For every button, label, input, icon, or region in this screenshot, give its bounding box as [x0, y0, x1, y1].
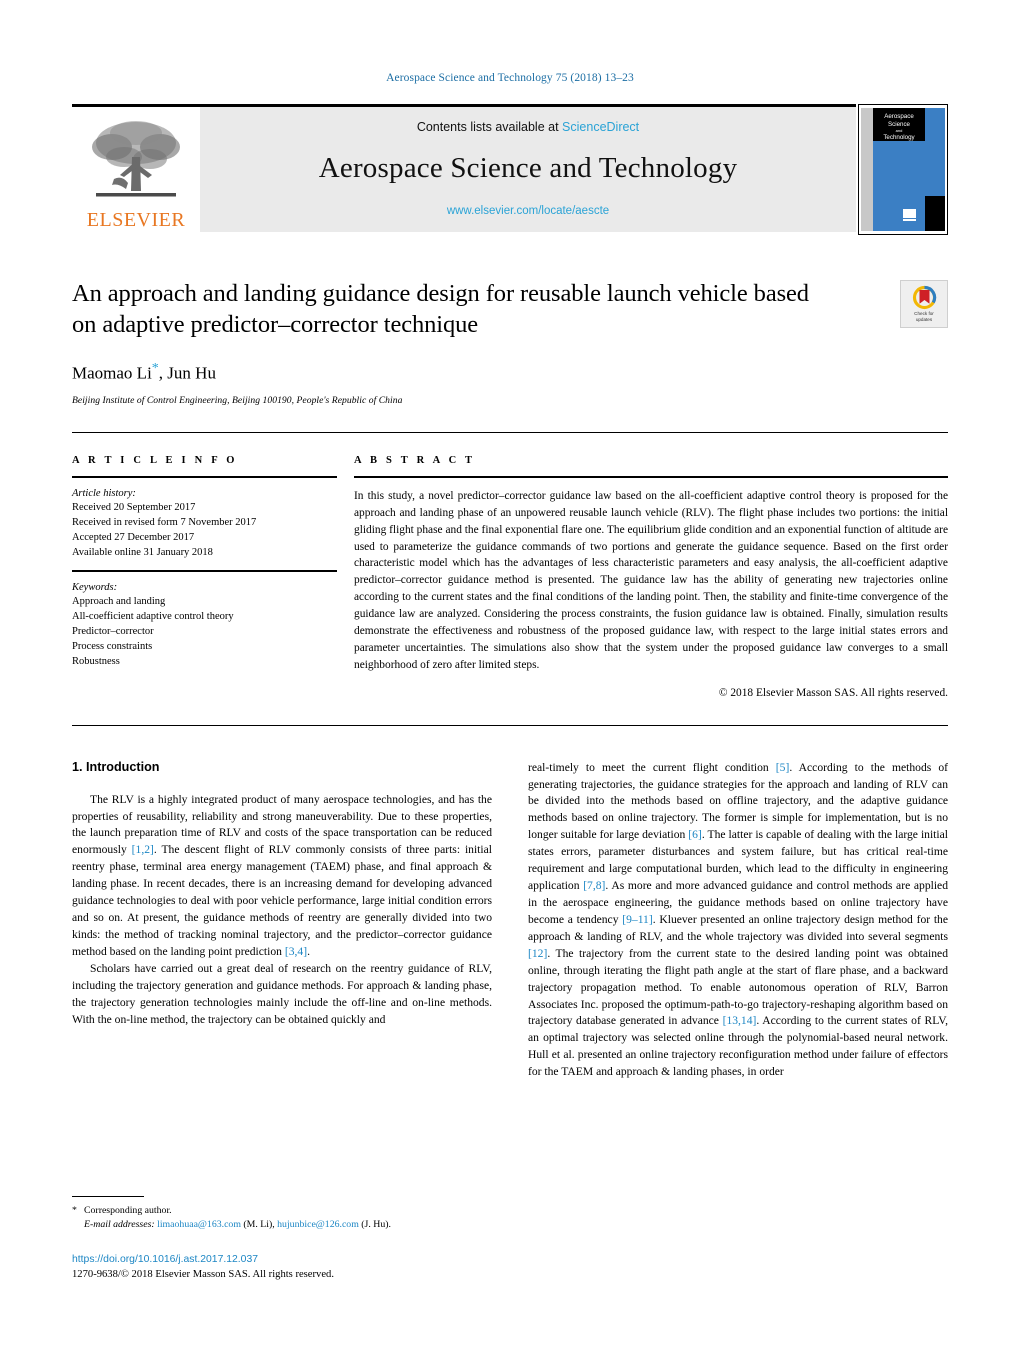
email-link-author2[interactable]: hujunbice@126.com — [277, 1219, 359, 1230]
email-owner-author2: (J. Hu). — [361, 1218, 391, 1230]
article-info-rule — [72, 476, 337, 478]
paper-title: An approach and landing guidance design … — [72, 280, 809, 339]
corresponding-author-note: * Corresponding author. — [72, 1204, 492, 1218]
author-list: Maomao Li*, Jun Hu — [72, 361, 948, 384]
article-history-item: Received 20 September 2017 — [72, 501, 196, 513]
journal-masthead: ELSEVIER Contents lists available at Sci… — [72, 104, 948, 235]
author-secondary: , Jun Hu — [158, 363, 216, 383]
keyword-item: Process constraints — [72, 640, 153, 652]
crossmark-label: Check for updates — [914, 311, 934, 322]
section-heading-introduction: 1. Introduction — [72, 759, 160, 774]
journal-title: Aerospace Science and Technology — [318, 152, 738, 184]
keyword-item: Approach and landing — [72, 595, 166, 607]
footer-block: https://doi.org/10.1016/j.ast.2017.12.03… — [72, 1253, 572, 1282]
article-history-title: Article history: — [72, 487, 136, 499]
body-paragraph: real-timely to meet the current flight c… — [528, 760, 948, 1082]
article-info-heading: A R T I C L E I N F O — [72, 455, 238, 467]
citation-reference[interactable]: [12] — [528, 947, 547, 960]
title-block: An approach and landing guidance design … — [72, 278, 948, 406]
author-primary: Maomao Li — [72, 363, 152, 383]
article-history-item: Received in revised form 7 November 2017 — [72, 516, 257, 528]
masthead-center: Contents lists available at ScienceDirec… — [200, 107, 856, 232]
page-content: Aerospace Science and Technology 75 (201… — [72, 0, 948, 1081]
svg-text:Science: Science — [888, 121, 911, 128]
citation-reference[interactable]: [3,4] — [285, 945, 307, 958]
svg-text:and: and — [896, 128, 903, 133]
paragraph-text: Scholars have carried out a great deal o… — [72, 961, 492, 1026]
abstract-rule — [354, 476, 948, 478]
journal-url[interactable]: www.elsevier.com/locate/aescte — [447, 205, 609, 217]
elsevier-logo: ELSEVIER — [72, 107, 200, 232]
crossmark-label-line1: Check for — [914, 311, 934, 317]
running-head: Aerospace Science and Technology 75 (201… — [386, 72, 634, 84]
affiliation: Beijing Institute of Control Engineering… — [72, 395, 403, 407]
citation-reference[interactable]: [5] — [776, 761, 790, 774]
doi-link[interactable]: https://doi.org/10.1016/j.ast.2017.12.03… — [72, 1253, 572, 1267]
footnote-block: * Corresponding author. E-mail addresses… — [72, 1196, 492, 1232]
masthead-bar: ELSEVIER Contents lists available at Sci… — [72, 107, 856, 232]
citation-reference[interactable]: [6] — [688, 828, 702, 841]
keyword-item: All-coefficient adaptive control theory — [72, 610, 234, 622]
svg-text:Aerospace: Aerospace — [884, 113, 914, 120]
contents-available-line: Contents lists available at ScienceDirec… — [417, 120, 639, 134]
paragraph-text: . — [307, 944, 310, 958]
crossmark-badge[interactable]: Check for updates — [900, 280, 948, 328]
article-history-item: Available online 31 January 2018 — [72, 546, 213, 558]
crossmark-label-line2: updates — [915, 317, 933, 322]
crossmark-icon — [912, 286, 936, 310]
corresponding-author-text: Corresponding author. — [84, 1205, 172, 1216]
keyword-item: Robustness — [72, 655, 120, 667]
abstract-heading: A B S T R A C T — [354, 455, 476, 467]
corresponding-author-marker[interactable]: * — [152, 361, 159, 376]
body-columns: 1. Introduction The RLV is a highly inte… — [72, 760, 948, 1082]
sciencedirect-link[interactable]: ScienceDirect — [562, 120, 639, 134]
svg-text:Technology: Technology — [883, 134, 915, 141]
body-paragraph: Scholars have carried out a great deal o… — [72, 961, 492, 1029]
abstract-copyright: © 2018 Elsevier Masson SAS. All rights r… — [718, 686, 948, 699]
email-owner-author1: (M. Li), — [243, 1218, 275, 1230]
contents-prefix: Contents lists available at — [416, 120, 559, 134]
cover-artwork: Aerospace Science and Technology — [859, 105, 947, 234]
keywords-title: Keywords: — [72, 581, 118, 593]
info-abstract-row: A R T I C L E I N F O Article history: R… — [72, 455, 948, 699]
article-history-item: Accepted 27 December 2017 — [72, 531, 195, 543]
paragraph-text: . The descent flight of RLV commonly con… — [72, 843, 492, 958]
citation-reference[interactable]: [7,8] — [583, 879, 605, 892]
paragraph-text: real-timely to meet the current flight c… — [528, 760, 776, 774]
citation-reference[interactable]: [13,14] — [723, 1014, 757, 1027]
citation-reference[interactable]: [1,2] — [132, 843, 154, 856]
left-column-paragraphs: The RLV is a highly integrated product o… — [72, 792, 492, 1029]
elsevier-tree-icon — [92, 121, 180, 197]
email-addresses-label: E-mail addresses: — [84, 1218, 155, 1230]
right-column-paragraphs: real-timely to meet the current flight c… — [528, 760, 948, 1082]
article-info-column: A R T I C L E I N F O Article history: R… — [72, 455, 337, 698]
footnote-rule — [72, 1196, 144, 1197]
body-paragraph: The RLV is a highly integrated product o… — [72, 792, 492, 961]
body-column-left: 1. Introduction The RLV is a highly inte… — [72, 760, 492, 1082]
elsevier-wordmark: ELSEVIER — [86, 209, 186, 231]
footer-copyright: 1270-9638/© 2018 Elsevier Masson SAS. Al… — [72, 1269, 334, 1281]
abstract-body: In this study, a novel predictor–correct… — [354, 489, 948, 671]
info-section-top-rule — [72, 432, 948, 434]
body-top-rule — [72, 724, 948, 726]
body-column-right: real-timely to meet the current flight c… — [528, 760, 948, 1082]
citation-reference[interactable]: [9–11] — [622, 913, 652, 926]
keyword-item: Predictor–corrector — [72, 625, 154, 637]
keywords-rule — [72, 569, 337, 572]
paper-page: Aerospace Science and Technology 75 (201… — [0, 0, 1020, 1351]
email-link-author1[interactable]: limaohuaa@163.com — [157, 1219, 241, 1230]
abstract-column: A B S T R A C T In this study, a novel p… — [354, 455, 948, 699]
journal-cover-thumbnail: Aerospace Science and Technology — [858, 104, 948, 235]
footnote-star-marker: * — [72, 1205, 77, 1216]
email-addresses-note: E-mail addresses: limaohuaa@163.com (M. … — [72, 1218, 492, 1232]
